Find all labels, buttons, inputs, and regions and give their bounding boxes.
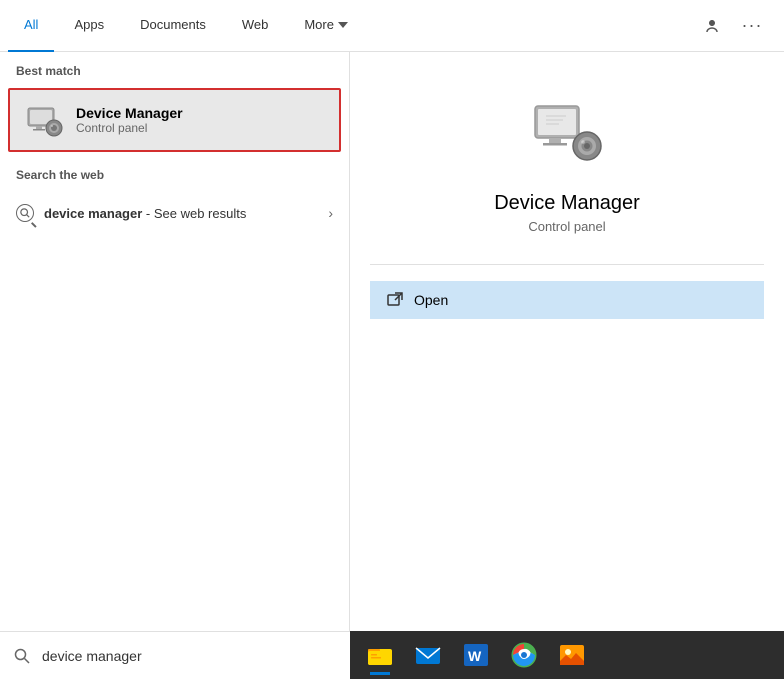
nav-right-icons: ··· xyxy=(696,10,776,42)
search-bar-icon xyxy=(12,646,32,666)
web-search-section: device manager - See web results › xyxy=(0,188,349,238)
taskbar-file-explorer[interactable] xyxy=(358,635,402,675)
taskbar-photos[interactable] xyxy=(550,635,594,675)
detail-divider xyxy=(370,264,764,265)
taskbar-chrome[interactable] xyxy=(502,635,546,675)
magnifier-icon xyxy=(20,208,30,218)
device-manager-small-svg xyxy=(24,100,64,140)
open-button-label: Open xyxy=(414,292,448,308)
tab-all[interactable]: All xyxy=(8,0,54,52)
search-bar xyxy=(0,631,350,679)
word-icon: W xyxy=(462,641,490,669)
best-match-text: Device Manager Control panel xyxy=(76,105,183,135)
photos-icon xyxy=(558,641,586,669)
detail-icon xyxy=(527,92,607,172)
tab-web[interactable]: Web xyxy=(226,0,285,52)
device-manager-icon xyxy=(24,100,64,140)
svg-text:W: W xyxy=(468,648,482,664)
more-options-btn[interactable]: ··· xyxy=(736,10,768,42)
chrome-icon xyxy=(510,641,538,669)
tab-more[interactable]: More xyxy=(288,0,364,52)
best-match-label: Best match xyxy=(0,52,349,84)
best-match-subtitle: Control panel xyxy=(76,121,183,135)
external-link-icon xyxy=(386,291,404,309)
taskbar-word[interactable]: W xyxy=(454,635,498,675)
main-content: Best match xyxy=(0,52,784,679)
user-icon xyxy=(703,17,721,35)
user-icon-btn[interactable] xyxy=(696,10,728,42)
nav-tabs: All Apps Documents Web More ··· xyxy=(0,0,784,52)
best-match-title: Device Manager xyxy=(76,105,183,121)
search-input[interactable] xyxy=(42,648,338,664)
web-search-item[interactable]: device manager - See web results › xyxy=(16,196,333,230)
ellipsis-icon: ··· xyxy=(742,15,763,36)
web-search-text: device manager - See web results xyxy=(44,206,328,221)
taskbar: W xyxy=(350,631,784,679)
tab-documents[interactable]: Documents xyxy=(124,0,222,52)
chevron-down-icon xyxy=(338,20,348,30)
taskbar-mail[interactable] xyxy=(406,635,450,675)
open-button[interactable]: Open xyxy=(370,281,764,319)
detail-subtitle: Control panel xyxy=(528,219,605,234)
right-panel: Device Manager Control panel Open xyxy=(350,52,784,679)
search-input-icon xyxy=(14,648,30,664)
web-search-icon xyxy=(16,204,34,222)
open-icon xyxy=(386,291,404,309)
device-manager-large-svg xyxy=(531,96,603,168)
search-panel: All Apps Documents Web More ··· xyxy=(0,0,784,679)
left-panel: Best match xyxy=(0,52,350,679)
file-explorer-icon xyxy=(366,641,394,669)
best-match-item[interactable]: Device Manager Control panel xyxy=(8,88,341,152)
mail-icon xyxy=(414,641,442,669)
web-search-label: Search the web xyxy=(0,156,349,188)
detail-title: Device Manager xyxy=(494,192,640,215)
tab-apps[interactable]: Apps xyxy=(58,0,120,52)
web-search-arrow-icon: › xyxy=(328,205,333,221)
